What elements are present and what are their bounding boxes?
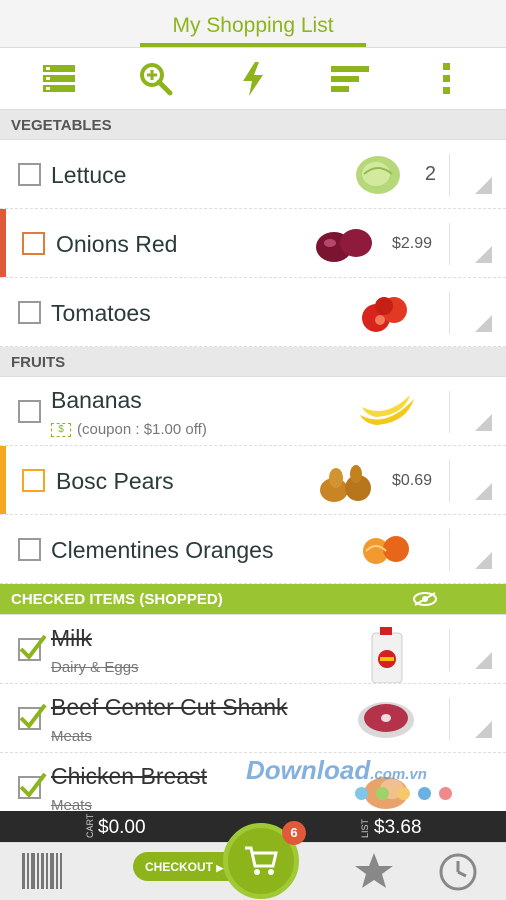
dot — [439, 787, 452, 800]
lettuce-image — [356, 152, 418, 198]
page-title: My Shopping List — [172, 14, 334, 37]
zoom-in-icon[interactable] — [131, 54, 181, 104]
watermark-text: Download — [246, 755, 371, 785]
sort-icon[interactable] — [325, 54, 375, 104]
barcode-scan-icon[interactable] — [22, 853, 62, 894]
hide-visibility-icon[interactable] — [412, 591, 438, 611]
tomato-image — [356, 290, 418, 336]
list-item[interactable]: Onions Red $2.99 — [0, 209, 506, 278]
item-category: Dairy & Eggs — [51, 659, 139, 676]
item-name: Chicken Breast — [51, 763, 207, 789]
priority-flag — [0, 446, 6, 514]
checked-list-item[interactable]: Milk Dairy & Eggs — [0, 615, 506, 684]
divider — [449, 698, 450, 740]
list-item[interactable]: Tomatoes — [0, 278, 506, 347]
section-header-fruits: FRUITS — [0, 347, 506, 377]
section-header-vegetables: VEGETABLES — [0, 110, 506, 140]
cart-total-label: CART — [85, 813, 95, 838]
milk-image — [356, 627, 418, 684]
coupon-icon: $ — [51, 423, 71, 438]
onion-image — [314, 221, 376, 267]
checkmark-icon — [19, 634, 47, 661]
expand-corner-icon[interactable] — [475, 652, 492, 669]
item-name: Clementines Oranges — [51, 537, 274, 563]
checked-section-title: CHECKED ITEMS (SHOPPED) — [11, 591, 223, 608]
item-name: Milk — [51, 625, 92, 651]
cart-icon — [245, 846, 278, 875]
watermark-suffix: .com.vn — [370, 766, 427, 783]
history-clock-icon[interactable] — [438, 852, 478, 897]
item-price: $2.99 — [391, 235, 432, 252]
expand-corner-icon[interactable] — [475, 552, 492, 569]
divider — [449, 629, 450, 671]
expand-corner-icon[interactable] — [475, 315, 492, 332]
app-header: My Shopping List — [0, 0, 506, 48]
expand-corner-icon[interactable] — [475, 246, 492, 263]
item-name: Onions Red — [56, 231, 178, 257]
item-quantity: 2 — [424, 163, 436, 185]
section-header-checked: CHECKED ITEMS (SHOPPED) — [0, 584, 506, 615]
item-name: Bananas — [51, 387, 142, 413]
watermark-dots — [355, 787, 452, 800]
list-item[interactable]: Bananas $ (coupon : $1.00 off) — [0, 377, 506, 446]
list-view-icon[interactable] — [34, 54, 84, 104]
dot — [418, 787, 431, 800]
expand-corner-icon[interactable] — [475, 483, 492, 500]
lightning-icon[interactable] — [228, 54, 278, 104]
toolbar — [0, 48, 506, 110]
item-category: Meats — [51, 728, 92, 745]
divider — [449, 460, 450, 502]
divider — [449, 292, 450, 334]
favorites-star-icon[interactable] — [355, 853, 393, 894]
item-price: $0.69 — [391, 472, 432, 489]
dot — [376, 787, 389, 800]
list-total-label: LIST — [360, 818, 370, 838]
cart-count-badge: 6 — [282, 821, 306, 845]
list-item[interactable]: Bosc Pears $0.69 — [0, 446, 506, 515]
coupon-text: $ (coupon : $1.00 off) — [51, 421, 207, 438]
divider — [449, 223, 450, 265]
expand-corner-icon[interactable] — [475, 177, 492, 194]
checked-list-item[interactable]: Beef Center Cut Shank Meats — [0, 684, 506, 753]
item-checkbox[interactable] — [18, 538, 41, 561]
list-item[interactable]: Lettuce 2 — [0, 140, 506, 209]
item-checkbox[interactable] — [18, 301, 41, 324]
dot — [355, 787, 368, 800]
checkmark-icon — [19, 703, 47, 730]
item-name: Beef Center Cut Shank — [51, 694, 288, 720]
title-underline — [140, 43, 366, 47]
dot — [397, 787, 410, 800]
item-checkbox[interactable] — [22, 232, 45, 255]
checkmark-icon — [19, 772, 47, 799]
more-vertical-icon[interactable] — [422, 54, 472, 104]
divider — [449, 391, 450, 433]
divider — [449, 154, 450, 196]
pear-image — [314, 458, 376, 504]
orange-image — [356, 527, 418, 573]
expand-corner-icon[interactable] — [475, 721, 492, 738]
item-checkbox[interactable] — [18, 163, 41, 186]
item-name: Lettuce — [51, 162, 127, 188]
beef-image — [356, 696, 418, 742]
priority-flag — [0, 209, 6, 277]
item-checkbox[interactable] — [18, 400, 41, 423]
divider — [449, 529, 450, 571]
item-name: Bosc Pears — [56, 468, 174, 494]
item-name: Tomatoes — [51, 300, 151, 326]
list-total-value: $3.68 — [374, 817, 422, 838]
checkout-label: CHECKOUT — [145, 860, 213, 874]
expand-corner-icon[interactable] — [475, 414, 492, 431]
watermark-logo: Download.com.vn — [246, 755, 427, 786]
list-item[interactable]: Clementines Oranges — [0, 515, 506, 584]
cart-total-value: $0.00 — [98, 817, 146, 838]
coupon-label: (coupon : $1.00 off) — [77, 421, 207, 438]
banana-image — [356, 389, 418, 435]
item-checkbox[interactable] — [22, 469, 45, 492]
